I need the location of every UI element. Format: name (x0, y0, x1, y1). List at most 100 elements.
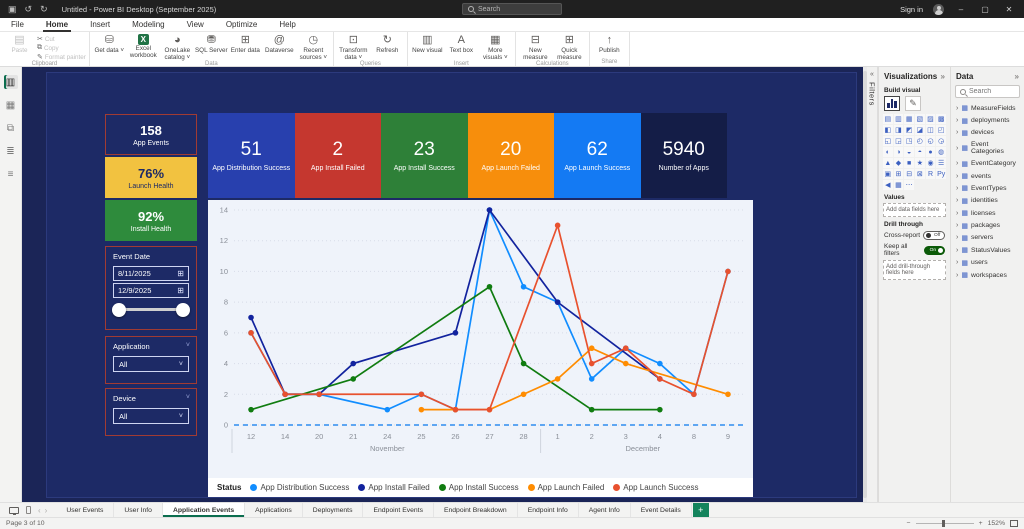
menu-tab-help[interactable]: Help (268, 18, 306, 32)
visual-type-icon[interactable]: ▨ (926, 114, 936, 124)
undo-icon[interactable]: ↺ (25, 4, 33, 15)
collapse-pane-icon[interactable]: » (1015, 72, 1019, 81)
menu-tab-home[interactable]: Home (35, 18, 79, 32)
menu-tab-optimize[interactable]: Optimize (215, 18, 269, 32)
cross-report-toggle[interactable]: Off (923, 231, 945, 240)
visual-type-icon[interactable]: ▥ (894, 114, 904, 124)
data-table-item[interactable]: ›▦MeasureFields (955, 102, 1020, 114)
visual-type-icon[interactable]: ◪ (915, 125, 925, 135)
expand-caret-icon[interactable]: › (956, 259, 958, 266)
expand-caret-icon[interactable]: › (956, 160, 958, 167)
dataverse-button[interactable]: @Dataverse (263, 33, 296, 54)
page-tab-application-events[interactable]: Application Events (163, 503, 245, 517)
end-date-input[interactable]: 12/9/2025 ⊞ (113, 283, 189, 298)
kpi-card[interactable]: 158App Events (105, 114, 197, 155)
paste-button[interactable]: ▤Paste (3, 33, 36, 54)
avatar[interactable] (933, 4, 944, 15)
maximize-button[interactable]: ▢ (978, 5, 992, 14)
data-table-item[interactable]: ›▦events (955, 170, 1020, 182)
visual-type-icon[interactable]: ⊟ (904, 169, 914, 179)
visual-type-icon[interactable]: ▤ (883, 114, 893, 124)
transform-data-button[interactable]: ⊡Transform data ˅ (337, 33, 370, 61)
page-tab-endpoint-events[interactable]: Endpoint Events (363, 503, 434, 517)
line-chart-visual[interactable]: 02468101214121420212425262728123489Novem… (208, 200, 753, 497)
data-search-box[interactable] (955, 85, 1020, 98)
onelake-catalog-button[interactable]: ◕OneLake catalog ˅ (161, 33, 194, 61)
format-painter-button[interactable]: ✎Format painter (37, 53, 86, 61)
kpi-tile[interactable]: 51App Distribution Success (208, 113, 295, 198)
date-range-slider[interactable] (116, 308, 186, 311)
calendar-icon[interactable]: ⊞ (177, 286, 184, 295)
visual-type-icon[interactable]: ◧ (883, 125, 893, 135)
chevron-down-icon[interactable]: ˅ (186, 342, 190, 351)
menu-tab-view[interactable]: View (176, 18, 215, 32)
more-visuals-button[interactable]: ▦More visuals ˅ (479, 33, 512, 61)
expand-caret-icon[interactable]: › (956, 272, 958, 279)
format-visual-mode-icon[interactable]: ✎ (905, 96, 921, 111)
excel-workbook-button[interactable]: XExcel workbook (127, 33, 160, 59)
collapse-pane-icon[interactable]: » (941, 72, 945, 81)
calendar-icon[interactable]: ⊞ (177, 269, 184, 278)
visual-type-icon[interactable]: ◳ (904, 136, 914, 146)
page-tab-user-info[interactable]: User Info (114, 503, 163, 517)
visual-type-icon[interactable]: ◆ (894, 158, 904, 168)
model-view-icon[interactable]: ⧉ (4, 121, 18, 135)
drill-through-field-well[interactable]: Add drill-through fields here (883, 260, 946, 280)
page-tab-deployments[interactable]: Deployments (303, 503, 364, 517)
visual-type-icon[interactable]: ▣ (883, 169, 893, 179)
close-button[interactable]: ✕ (1002, 5, 1016, 14)
copy-button[interactable]: ⧉Copy (37, 44, 86, 52)
global-search-input[interactable]: Search (462, 3, 562, 15)
data-table-item[interactable]: ›▦identities (955, 195, 1020, 207)
visual-type-icon[interactable]: ◵ (926, 136, 936, 146)
kpi-tile[interactable]: 5940Number of Apps (641, 113, 728, 198)
enter-data-button[interactable]: ⊞Enter data (229, 33, 262, 54)
device-dropdown[interactable]: All ˅ (113, 408, 189, 424)
expand-caret-icon[interactable]: › (956, 197, 958, 204)
data-table-item[interactable]: ›▦deployments (955, 114, 1020, 126)
page-tab-endpoint-breakdown[interactable]: Endpoint Breakdown (434, 503, 518, 517)
report-canvas[interactable]: 158App Events76%Launch Health92%Install … (22, 67, 863, 502)
application-dropdown[interactable]: All ˅ (113, 356, 189, 372)
visual-type-icon[interactable]: ● (926, 147, 936, 157)
next-page-icon[interactable]: › (45, 506, 48, 515)
visual-type-icon[interactable]: Py (936, 169, 946, 179)
visual-type-icon[interactable]: ◐ (883, 147, 893, 157)
visual-type-icon[interactable]: ◍ (936, 147, 946, 157)
table-view-icon[interactable]: ▦ (4, 98, 18, 112)
new-measure-button[interactable]: ⊟New measure (519, 33, 552, 61)
data-table-item[interactable]: ›▦users (955, 257, 1020, 269)
visual-type-icon[interactable]: R (926, 169, 936, 179)
desktop-layout-icon[interactable] (9, 507, 19, 514)
visual-type-icon[interactable]: ▦ (904, 114, 914, 124)
page-tab-endpoint-info[interactable]: Endpoint Info (518, 503, 579, 517)
quick-measure-button[interactable]: ⊞Quick measure (553, 33, 586, 61)
expand-caret-icon[interactable]: › (956, 185, 958, 192)
visual-type-icon[interactable]: ▲ (883, 158, 893, 168)
get-data-button[interactable]: ⛁Get data ˅ (93, 33, 126, 54)
prev-page-icon[interactable]: ‹ (38, 506, 41, 515)
legend-item[interactable]: App Launch Failed (528, 483, 605, 492)
visual-type-icon[interactable]: ◩ (904, 125, 914, 135)
legend-item[interactable]: App Install Success (439, 483, 519, 492)
zoom-slider[interactable] (916, 523, 974, 524)
menu-tab-modeling[interactable]: Modeling (121, 18, 175, 32)
kpi-tile[interactable]: 62App Launch Success (554, 113, 641, 198)
page-tab-agent-info[interactable]: Agent Info (579, 503, 631, 517)
filters-pane-collapsed[interactable]: « Filters (867, 67, 878, 502)
expand-pane-icon[interactable]: « (870, 71, 874, 78)
expand-caret-icon[interactable]: › (956, 222, 958, 229)
kpi-tile[interactable]: 23App Install Success (381, 113, 468, 198)
data-table-item[interactable]: ›▦EventTypes (955, 182, 1020, 194)
values-field-well[interactable]: Add data fields here (883, 203, 946, 217)
data-table-item[interactable]: ›▦servers (955, 232, 1020, 244)
data-table-item[interactable]: ›▦devices (955, 127, 1020, 139)
visual-type-icon[interactable]: ◫ (926, 125, 936, 135)
text-box-button[interactable]: AText box (445, 33, 478, 54)
visual-type-icon[interactable]: ☰ (936, 158, 946, 168)
visual-type-icon[interactable]: ◒ (904, 147, 914, 157)
page-tab-event-details[interactable]: Event Details (631, 503, 692, 517)
data-table-item[interactable]: ›▦StatusValues (955, 244, 1020, 256)
expand-caret-icon[interactable]: › (956, 173, 958, 180)
visual-type-icon[interactable]: ◰ (936, 125, 946, 135)
